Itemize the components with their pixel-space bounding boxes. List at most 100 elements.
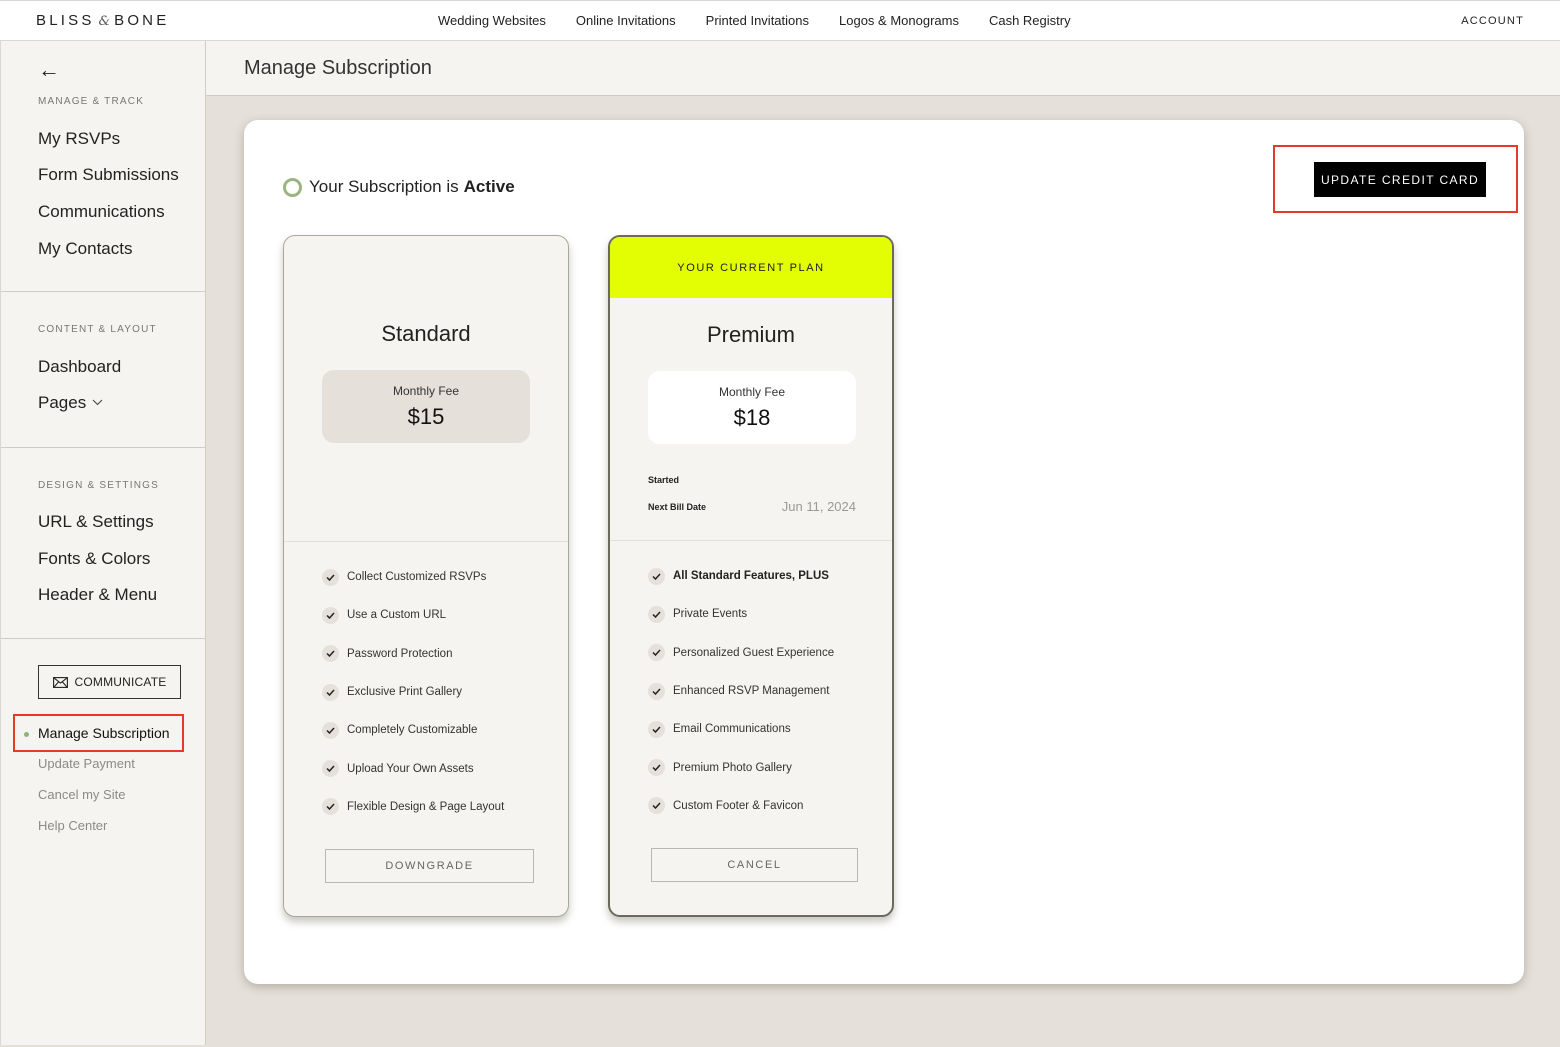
section-label-design-settings: DESIGN & SETTINGS bbox=[38, 480, 159, 491]
sidebar-divider bbox=[1, 447, 206, 448]
fee-box: Monthly Fee $18 bbox=[648, 371, 856, 444]
feature-label: Custom Footer & Favicon bbox=[673, 799, 804, 812]
logo-text-right: BONE bbox=[114, 12, 170, 29]
check-icon bbox=[322, 606, 339, 624]
feature-item: Collect Customized RSVPs bbox=[322, 558, 504, 596]
sidebar-item-my-contacts[interactable]: My Contacts bbox=[38, 239, 132, 259]
nav-link-wedding-websites[interactable]: Wedding Websites bbox=[438, 13, 546, 28]
fee-box: Monthly Fee $15 bbox=[322, 370, 530, 443]
feature-item: Personalized Guest Experience bbox=[648, 634, 834, 672]
main-nav-links: Wedding Websites Online Invitations Prin… bbox=[438, 13, 1101, 28]
feature-label: Password Protection bbox=[347, 647, 453, 660]
section-label-manage-track: MANAGE & TRACK bbox=[38, 96, 145, 107]
plan-divider bbox=[610, 540, 892, 541]
update-credit-card-button[interactable]: UPDATE CREDIT CARD bbox=[1314, 162, 1486, 197]
feature-label: All Standard Features, PLUS bbox=[673, 570, 829, 583]
check-icon bbox=[322, 721, 339, 739]
status-ring-icon bbox=[283, 177, 302, 197]
plan-name: Standard bbox=[381, 321, 471, 346]
account-link[interactable]: ACCOUNT bbox=[1461, 15, 1524, 27]
plan-card-standard: Standard Monthly Fee $15 Collect Customi… bbox=[283, 235, 569, 917]
feature-item: Exclusive Print Gallery bbox=[322, 673, 504, 711]
next-bill-row: Next Bill Date Jun 11, 2024 bbox=[648, 499, 856, 514]
fee-label: Monthly Fee bbox=[392, 384, 460, 398]
check-icon bbox=[648, 605, 665, 623]
fee-amount: $15 bbox=[407, 404, 445, 429]
sidebar-item-communications[interactable]: Communications bbox=[38, 202, 165, 222]
nav-link-cash-registry[interactable]: Cash Registry bbox=[989, 13, 1071, 28]
check-icon bbox=[648, 644, 665, 662]
check-icon bbox=[322, 798, 339, 816]
started-row: Started bbox=[648, 475, 856, 485]
sidebar-item-dashboard[interactable]: Dashboard bbox=[38, 357, 121, 377]
section-label-content-layout: CONTENT & LAYOUT bbox=[38, 324, 157, 335]
check-icon bbox=[648, 797, 665, 815]
status-value: Active bbox=[463, 177, 515, 196]
page-title: Manage Subscription bbox=[244, 57, 432, 79]
feature-label: Collect Customized RSVPs bbox=[347, 571, 487, 584]
feature-label: Email Communications bbox=[673, 723, 791, 736]
sidebar-item-help-center[interactable]: Help Center bbox=[38, 818, 107, 833]
feature-item: Custom Footer & Favicon bbox=[648, 787, 834, 825]
feature-label: Use a Custom URL bbox=[347, 609, 447, 622]
sidebar-item-manage-subscription-label: Manage Subscription bbox=[38, 725, 170, 741]
current-plan-banner: YOUR CURRENT PLAN bbox=[610, 237, 892, 298]
sidebar-item-form-submissions[interactable]: Form Submissions bbox=[38, 165, 179, 185]
logo-text-left: BLISS bbox=[36, 12, 95, 29]
communicate-label: COMMUNICATE bbox=[74, 675, 167, 689]
sidebar-item-my-rsvps[interactable]: My RSVPs bbox=[38, 129, 120, 149]
sidebar-item-fonts-colors[interactable]: Fonts & Colors bbox=[38, 549, 150, 569]
sidebar: ← MANAGE & TRACK My RSVPs Form Submissio… bbox=[0, 41, 206, 1045]
check-icon bbox=[648, 720, 665, 738]
feature-label: Premium Photo Gallery bbox=[673, 761, 792, 774]
feature-list: All Standard Features, PLUS Private Even… bbox=[648, 557, 834, 825]
sidebar-item-header-menu[interactable]: Header & Menu bbox=[38, 585, 157, 605]
communicate-button[interactable]: COMMUNICATE bbox=[38, 665, 181, 699]
brand-logo[interactable]: BLISS & BONE bbox=[36, 12, 169, 29]
check-icon bbox=[322, 683, 339, 701]
feature-item: Password Protection bbox=[322, 635, 504, 673]
sidebar-item-manage-subscription[interactable]: Manage Subscription bbox=[13, 714, 184, 752]
plan-card-premium: YOUR CURRENT PLAN Premium Monthly Fee $1… bbox=[608, 235, 894, 917]
fee-label: Monthly Fee bbox=[718, 385, 786, 399]
check-icon bbox=[322, 760, 339, 778]
sidebar-item-url-settings[interactable]: URL & Settings bbox=[38, 512, 154, 532]
status-prefix: Your Subscription is bbox=[309, 177, 459, 196]
next-bill-label: Next Bill Date bbox=[648, 502, 707, 512]
top-nav: BLISS & BONE Wedding Websites Online Invit… bbox=[0, 0, 1560, 41]
plan-name: Premium bbox=[706, 322, 795, 347]
nav-link-printed-invitations[interactable]: Printed Invitations bbox=[706, 13, 809, 28]
chevron-down-icon bbox=[92, 395, 103, 409]
check-icon bbox=[648, 567, 665, 585]
sidebar-item-cancel-site[interactable]: Cancel my Site bbox=[38, 787, 125, 802]
sidebar-item-pages[interactable]: Pages bbox=[38, 393, 103, 413]
plan-divider bbox=[284, 541, 568, 542]
feature-label: Exclusive Print Gallery bbox=[347, 686, 463, 699]
fee-amount: $18 bbox=[733, 405, 771, 430]
nav-link-logos-monograms[interactable]: Logos & Monograms bbox=[839, 13, 959, 28]
feature-item: Private Events bbox=[648, 595, 834, 633]
subscription-status: Your Subscription is Active bbox=[283, 177, 515, 197]
envelope-icon bbox=[52, 676, 68, 688]
downgrade-button[interactable]: DOWNGRADE bbox=[325, 849, 534, 883]
cancel-plan-button[interactable]: CANCEL bbox=[651, 848, 858, 882]
feature-item: All Standard Features, PLUS bbox=[648, 557, 834, 595]
feature-item: Email Communications bbox=[648, 710, 834, 748]
active-indicator-dot bbox=[24, 732, 29, 737]
feature-item: Upload Your Own Assets bbox=[322, 749, 504, 787]
check-icon bbox=[648, 682, 665, 700]
main-header: Manage Subscription bbox=[206, 41, 1560, 96]
feature-label: Enhanced RSVP Management bbox=[673, 685, 830, 698]
feature-label: Personalized Guest Experience bbox=[673, 646, 835, 659]
arrow-left-icon[interactable]: ← bbox=[38, 59, 60, 81]
sidebar-item-update-payment[interactable]: Update Payment bbox=[38, 756, 135, 771]
nav-link-online-invitations[interactable]: Online Invitations bbox=[576, 13, 676, 28]
sidebar-item-pages-label: Pages bbox=[38, 393, 87, 412]
feature-item: Completely Customizable bbox=[322, 711, 504, 749]
check-icon bbox=[648, 759, 665, 777]
check-icon bbox=[322, 645, 339, 663]
sidebar-divider bbox=[1, 638, 206, 639]
feature-item: Flexible Design & Page Layout bbox=[322, 788, 504, 826]
feature-list: Collect Customized RSVPs Use a Custom UR… bbox=[322, 558, 504, 826]
feature-item: Use a Custom URL bbox=[322, 596, 504, 634]
